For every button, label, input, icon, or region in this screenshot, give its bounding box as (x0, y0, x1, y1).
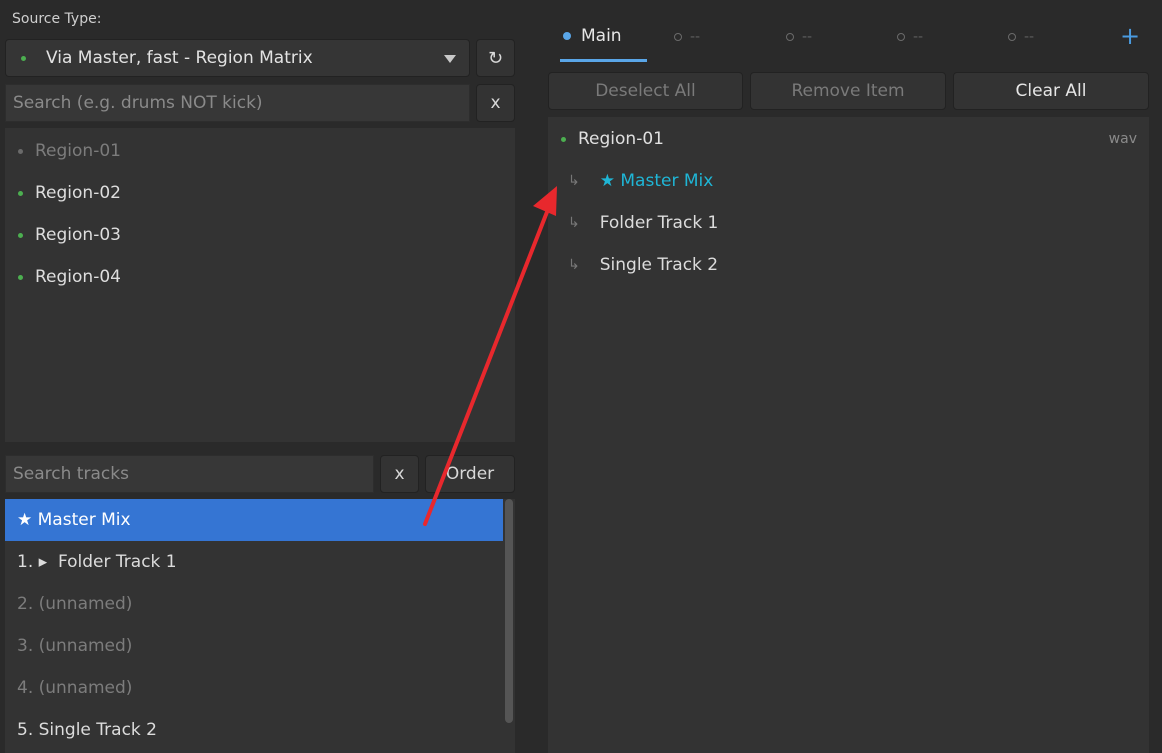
list-item[interactable]: Region-03 (5, 214, 515, 256)
format-badge: wav (1108, 131, 1137, 147)
track-row-master[interactable]: ★ Master Mix (5, 499, 503, 541)
tab-active-dot (563, 32, 571, 40)
empty-ring-icon (674, 33, 682, 41)
status-dot (18, 148, 23, 154)
matrix-child-row[interactable]: ↳ Single Track 2 (548, 244, 1149, 286)
status-dot (561, 136, 566, 142)
tab-slot-2[interactable]: -- (674, 26, 700, 48)
deselect-all-button[interactable]: Deselect All (548, 72, 743, 110)
matrix-panel: Region-01 wav ↳ ★ Master Mix ↳ Folder Tr… (548, 117, 1149, 753)
matrix-region-row[interactable]: Region-01 wav (548, 118, 1149, 160)
region-search-clear-button[interactable]: x (476, 84, 515, 122)
track-row[interactable]: 4. (unnamed) (5, 667, 503, 709)
status-dot (18, 190, 23, 196)
source-type-value: Via Master, fast - Region Matrix (46, 48, 313, 68)
refresh-button[interactable]: ↻ (476, 39, 515, 77)
list-item[interactable]: Region-01 (5, 130, 515, 172)
triangle-down-icon (444, 55, 456, 63)
track-row[interactable]: 2. (unnamed) (5, 583, 503, 625)
status-dot (21, 55, 26, 61)
track-row[interactable]: 3. (unnamed) (5, 625, 503, 667)
tab-main[interactable]: Main (560, 22, 647, 62)
status-dot (18, 232, 23, 238)
remove-item-button[interactable]: Remove Item (750, 72, 946, 110)
status-dot (18, 274, 23, 280)
track-list-scrollbar[interactable] (505, 499, 513, 723)
child-arrow-icon: ↳ (568, 173, 580, 189)
tab-slot-5[interactable]: -- (1008, 26, 1034, 48)
tab-slot-3[interactable]: -- (786, 26, 812, 48)
list-item[interactable]: Region-02 (5, 172, 515, 214)
add-tab-button[interactable]: + (1120, 22, 1140, 50)
source-type-label: Source Type: (12, 11, 102, 27)
empty-ring-icon (1008, 33, 1016, 41)
empty-ring-icon (897, 33, 905, 41)
matrix-child-row[interactable]: ↳ ★ Master Mix (548, 160, 1149, 202)
track-search-clear-button[interactable]: x (380, 455, 419, 493)
child-arrow-icon: ↳ (568, 215, 580, 231)
tab-underline (560, 59, 647, 62)
child-arrow-icon: ↳ (568, 257, 580, 273)
region-list: Region-01 Region-02 Region-03 Region-04 (5, 128, 515, 442)
track-row[interactable]: 1. ▸ Folder Track 1 (5, 541, 503, 583)
matrix-child-row[interactable]: ↳ Folder Track 1 (548, 202, 1149, 244)
track-search-input[interactable]: Search tracks (5, 455, 374, 493)
list-item[interactable]: Region-04 (5, 256, 515, 298)
refresh-icon: ↻ (487, 47, 504, 69)
region-search-input[interactable]: Search (e.g. drums NOT kick) (5, 84, 470, 122)
tab-slot-4[interactable]: -- (897, 26, 923, 48)
track-list: ★ Master Mix 1. ▸ Folder Track 1 2. (unn… (5, 499, 515, 753)
order-button[interactable]: Order (425, 455, 515, 493)
source-type-dropdown[interactable]: Via Master, fast - Region Matrix (5, 39, 470, 77)
clear-all-button[interactable]: Clear All (953, 72, 1149, 110)
empty-ring-icon (786, 33, 794, 41)
track-row[interactable]: 5. Single Track 2 (5, 709, 503, 751)
